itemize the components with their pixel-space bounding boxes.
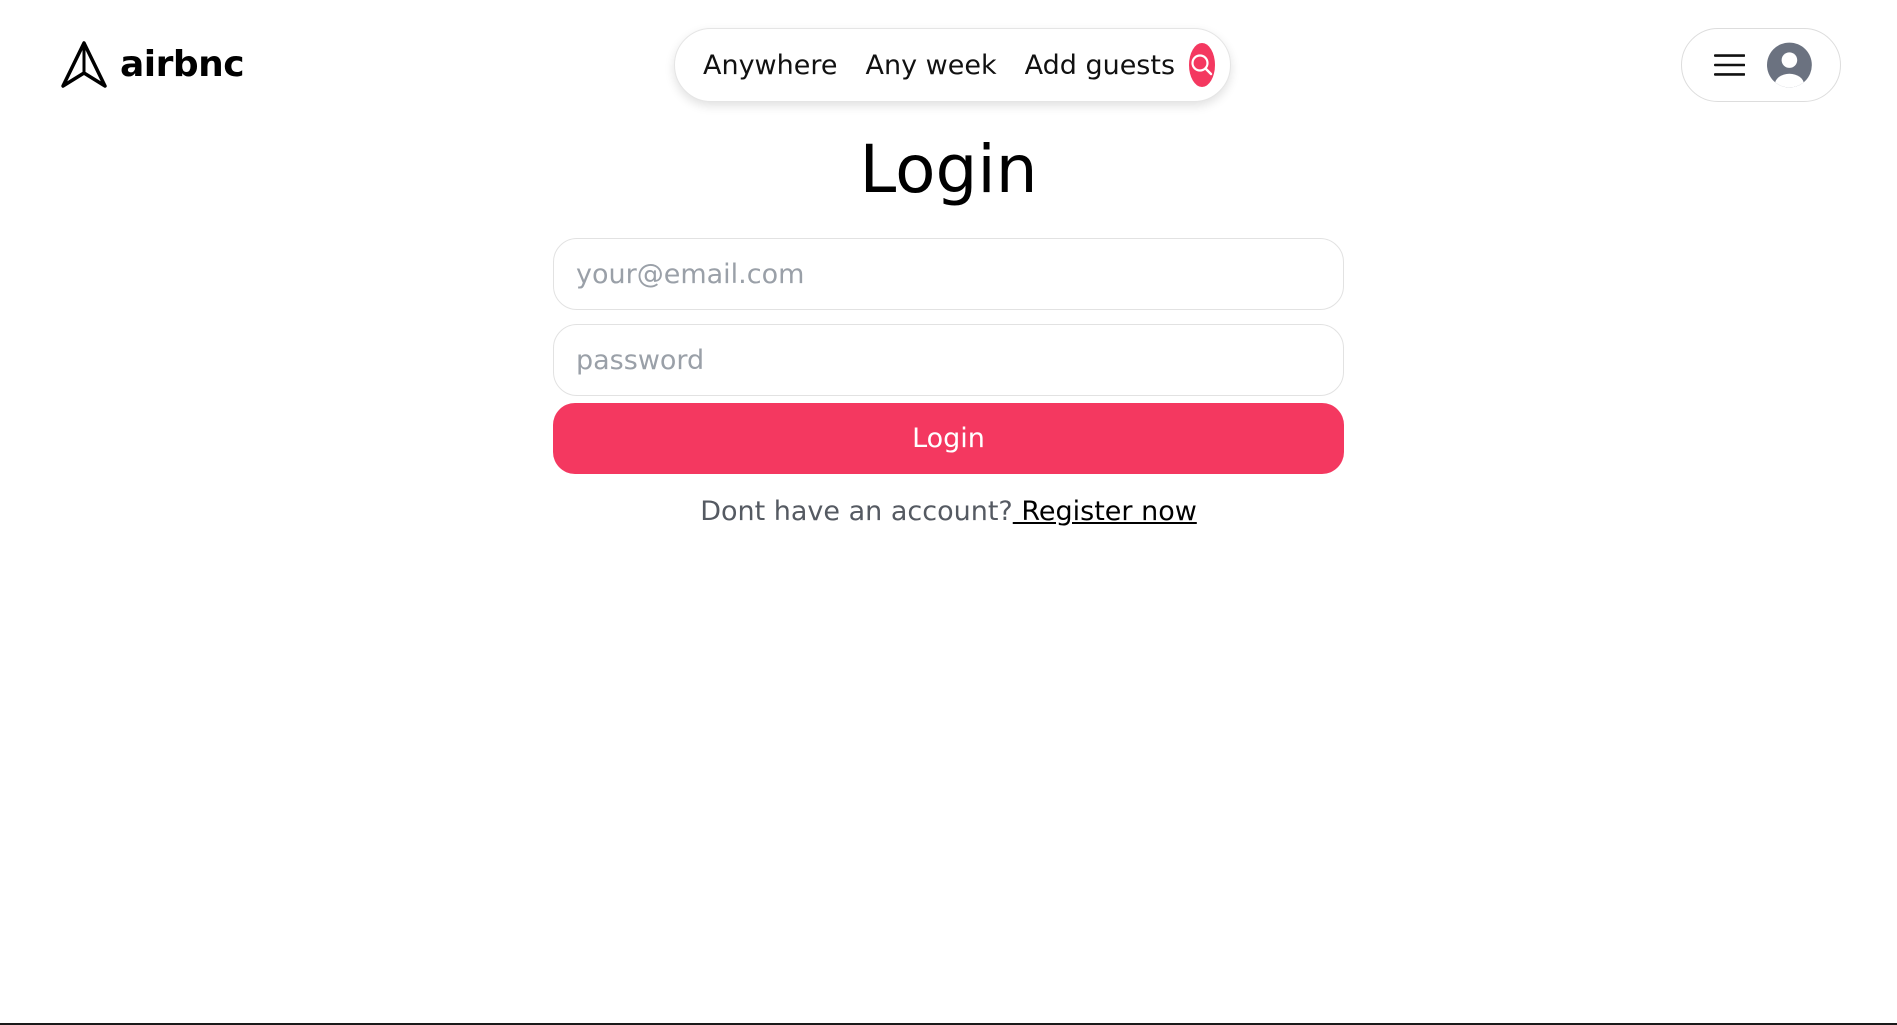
password-field[interactable] [553, 324, 1344, 396]
search-button[interactable] [1189, 43, 1216, 87]
register-prompt-line: Dont have an account? Register now [0, 492, 1897, 532]
brand-logo-link[interactable]: airbnc [60, 40, 245, 90]
login-button[interactable]: Login [553, 403, 1344, 474]
paper-plane-icon [61, 41, 107, 88]
brand-name: airbnc [120, 44, 245, 85]
email-field[interactable] [553, 238, 1344, 310]
hamburger-icon [1714, 54, 1746, 76]
search-guests[interactable]: Add guests [1025, 52, 1175, 79]
user-avatar-icon [1767, 42, 1812, 88]
register-prompt-text: Dont have an account? [700, 496, 1013, 527]
search-icon [1191, 54, 1213, 76]
page-title: Login [859, 131, 1038, 208]
register-now-link[interactable]: Register now [1013, 496, 1196, 527]
search-location[interactable]: Anywhere [703, 52, 838, 79]
user-menu-button[interactable] [1681, 28, 1841, 102]
search-bar[interactable]: Anywhere Any week Add guests [674, 28, 1231, 102]
search-week[interactable]: Any week [866, 52, 997, 79]
login-page: airbnc Anywhere Any week Add guests Logi… [0, 0, 1897, 1025]
